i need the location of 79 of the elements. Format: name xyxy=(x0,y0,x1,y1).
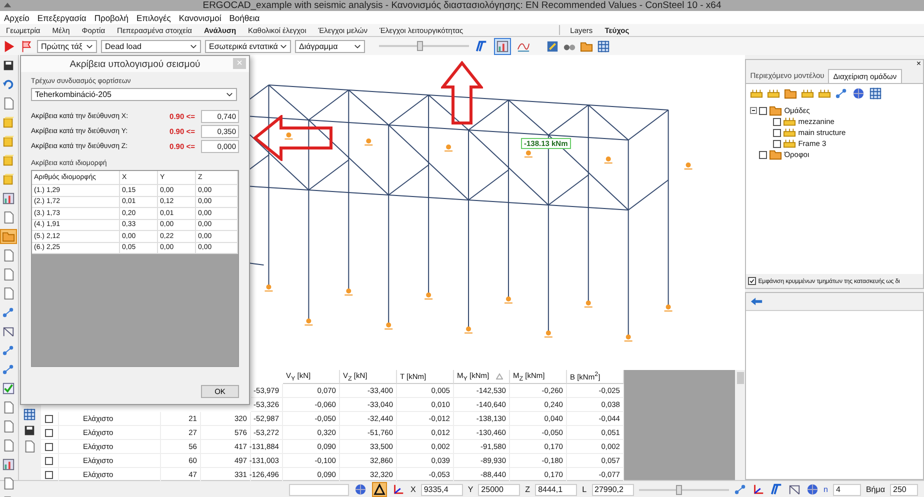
menu-item[interactable]: Επιλογές xyxy=(136,12,171,22)
coordinate-label: Y xyxy=(468,485,474,494)
coordinate-label: Z xyxy=(525,485,530,494)
folder-icon[interactable] xyxy=(0,229,18,244)
result-type-dropdown[interactable]: Εσωτερικά εντατικά xyxy=(205,40,291,52)
caret-icon xyxy=(280,44,287,48)
length-field[interactable]: 27990,2 xyxy=(592,484,634,496)
menu-item[interactable]: Αρχείο xyxy=(4,12,30,22)
display-mode-dropdown[interactable]: Διάγραμμα xyxy=(295,40,365,52)
scrollbar[interactable] xyxy=(735,370,746,480)
frame-icon[interactable] xyxy=(788,483,801,496)
annotation-arrow xyxy=(440,61,483,125)
menu-item[interactable]: Επεξεργασία xyxy=(37,12,86,22)
caret-icon xyxy=(354,44,361,48)
n-label: n xyxy=(824,485,828,494)
checkbox[interactable] xyxy=(748,277,756,285)
folder-icon[interactable] xyxy=(580,40,593,52)
pencil-icon[interactable] xyxy=(546,40,559,52)
checkbox[interactable] xyxy=(45,470,54,478)
collapse-icon[interactable] xyxy=(750,107,758,114)
flag-icon[interactable] xyxy=(20,40,33,52)
checkbox[interactable] xyxy=(45,442,54,450)
group-icon xyxy=(783,126,796,139)
window-title: ERGOCAD_example with seismic analysis - Κανονισμός διαστασιολόγησης: EN Recommended Values - ConSteel 10 - x64 xyxy=(202,0,722,11)
left-arrow-icon[interactable] xyxy=(750,295,764,308)
coordinate-label: X xyxy=(410,485,416,494)
caret-icon xyxy=(86,44,93,48)
order-dropdown[interactable]: Πρώτης τάξ xyxy=(37,40,97,52)
checkbox[interactable] xyxy=(759,106,768,114)
menu-item[interactable]: Βοήθεια xyxy=(229,12,260,22)
load-case-dropdown[interactable]: Dead load xyxy=(101,40,201,52)
globe-icon[interactable] xyxy=(354,483,368,496)
globe-icon[interactable] xyxy=(806,483,819,496)
caret-icon xyxy=(226,92,233,97)
load-combination-dropdown[interactable]: Teherkombináció-205 xyxy=(31,88,237,101)
globe-icon[interactable] xyxy=(852,87,866,100)
step-label: Βήμα xyxy=(866,485,885,494)
group-icon xyxy=(783,137,796,150)
checkbox[interactable] xyxy=(45,428,54,436)
coordinate-field[interactable]: 25000 xyxy=(478,484,520,496)
grid-icon[interactable] xyxy=(23,408,36,421)
close-button[interactable]: × xyxy=(916,60,922,67)
grid-icon[interactable] xyxy=(869,87,882,100)
group-icon[interactable] xyxy=(801,87,814,100)
coordinate-field[interactable]: 8444,1 xyxy=(535,484,578,496)
status-slider[interactable] xyxy=(638,484,729,496)
input-field[interactable] xyxy=(289,484,350,496)
checkbox[interactable] xyxy=(773,140,782,148)
checkbox[interactable] xyxy=(773,128,782,136)
nodes-icon[interactable] xyxy=(734,483,747,496)
zoom-slider[interactable] xyxy=(379,40,469,52)
checkbox[interactable] xyxy=(45,456,54,464)
axes-icon[interactable] xyxy=(392,483,406,496)
caret-icon xyxy=(190,44,197,48)
group-icon[interactable] xyxy=(750,87,764,100)
dialog-title: Ακρίβεια υπολογισμού σεισμού xyxy=(70,58,200,70)
step-field[interactable]: 250 xyxy=(890,484,918,496)
coordinate-field[interactable]: 9335,4 xyxy=(420,484,463,496)
length-label: L xyxy=(582,485,587,494)
grid-icon[interactable] xyxy=(597,40,610,52)
delta-icon[interactable] xyxy=(373,483,386,496)
checkbox[interactable] xyxy=(45,414,54,422)
nodes-icon[interactable] xyxy=(835,87,848,100)
n-field[interactable]: 4 xyxy=(832,484,861,496)
beam-icon[interactable] xyxy=(770,483,783,496)
folder-icon[interactable] xyxy=(784,87,798,100)
save-icon[interactable] xyxy=(23,424,36,437)
menu-item[interactable]: Κανονισμοί xyxy=(178,12,222,22)
chart-icon[interactable] xyxy=(494,38,511,54)
play-icon[interactable] xyxy=(3,40,16,52)
folder-icon xyxy=(769,148,782,161)
checkbox[interactable] xyxy=(759,150,768,158)
checkbox[interactable] xyxy=(773,118,782,126)
axes-icon[interactable] xyxy=(752,483,765,496)
page-icon[interactable] xyxy=(23,440,36,453)
group-icon xyxy=(783,115,796,128)
group-icon[interactable] xyxy=(818,87,832,100)
group-icon[interactable] xyxy=(767,87,780,100)
menu-item[interactable]: Προβολή xyxy=(94,12,128,22)
